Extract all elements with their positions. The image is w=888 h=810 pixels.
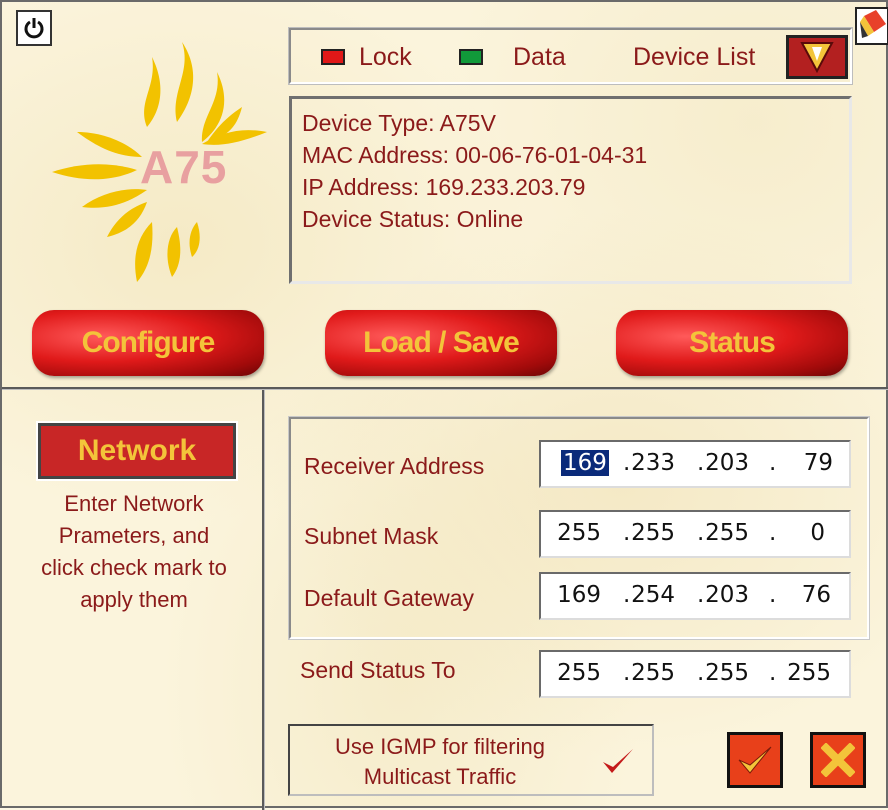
indicator-bar: Lock Data Device List xyxy=(288,27,853,85)
receiver-address-label: Receiver Address xyxy=(304,453,485,479)
receiver-address-field[interactable]: 169 . 233 . 203 . 79 xyxy=(539,440,851,488)
close-icon xyxy=(821,743,855,777)
configure-button[interactable]: Configure xyxy=(32,310,264,376)
receiver-octet-2[interactable]: 233 xyxy=(629,450,675,476)
dropdown-arrow-icon xyxy=(800,42,834,73)
help-line: Enter Network xyxy=(64,491,204,516)
status-octet-1[interactable]: 255 xyxy=(555,660,601,686)
octet-dot: . xyxy=(769,450,777,476)
a75-sun-logo: A75 xyxy=(42,32,272,292)
load-save-button[interactable]: Load / Save xyxy=(325,310,557,376)
lock-led-icon xyxy=(321,49,345,65)
help-line: apply them xyxy=(80,587,188,612)
igmp-label-line: Use IGMP for filtering xyxy=(335,734,545,759)
horizontal-divider xyxy=(2,387,888,390)
network-help-text: Enter Network Prameters, and click check… xyxy=(14,488,254,616)
status-button[interactable]: Status xyxy=(616,310,848,376)
device-list-label: Device List xyxy=(633,43,756,71)
data-led-icon xyxy=(459,49,483,65)
device-list-button[interactable] xyxy=(786,35,848,79)
default-gateway-label: Default Gateway xyxy=(304,585,475,611)
receiver-octet-1[interactable]: 169 xyxy=(561,450,609,476)
help-line: click check mark to xyxy=(41,555,227,580)
edit-pencil-button[interactable] xyxy=(854,6,888,46)
send-status-to-field[interactable]: 255 . 255 . 255 . 255 xyxy=(539,650,851,698)
subnet-mask-label: Subnet Mask xyxy=(304,523,439,549)
default-gateway-field[interactable]: 169 . 254 . 203 . 76 xyxy=(539,572,851,620)
a75-config-window: A75 Lock Data Device List Device Type: A… xyxy=(0,0,888,810)
receiver-octet-4[interactable]: 79 xyxy=(787,450,833,476)
subnet-octet-2[interactable]: 255 xyxy=(629,520,675,546)
subnet-octet-4[interactable]: 0 xyxy=(779,520,825,546)
apply-button[interactable] xyxy=(727,732,783,788)
logo-text: A75 xyxy=(140,141,228,193)
mac-address-text: MAC Address: 00-06-76-01-04-31 xyxy=(302,142,648,168)
ip-address-text: IP Address: 169.233.203.79 xyxy=(302,174,586,200)
checkmark-icon xyxy=(603,749,633,773)
help-line: Prameters, and xyxy=(58,523,210,548)
gateway-octet-1[interactable]: 169 xyxy=(555,582,601,608)
igmp-label-line: Multicast Traffic xyxy=(363,764,517,789)
status-octet-4[interactable]: 255 xyxy=(785,660,831,686)
lock-label: Lock xyxy=(359,43,412,71)
subnet-mask-field[interactable]: 255 . 255 . 255 . 0 xyxy=(539,510,851,558)
igmp-checkbox[interactable]: Use IGMP for filtering Multicast Traffic xyxy=(288,724,654,796)
receiver-octet-3[interactable]: 203 xyxy=(703,450,749,476)
send-status-to-label: Send Status To xyxy=(300,657,456,683)
cancel-button[interactable] xyxy=(810,732,866,788)
device-info-box: Device Type: A75V MAC Address: 00-06-76-… xyxy=(289,96,852,284)
subnet-octet-3[interactable]: 255 xyxy=(703,520,749,546)
network-tab[interactable]: Network xyxy=(36,421,238,481)
device-status-text: Device Status: Online xyxy=(302,206,524,232)
gateway-octet-3[interactable]: 203 xyxy=(703,582,749,608)
pencil-icon xyxy=(855,7,888,45)
subnet-octet-1[interactable]: 255 xyxy=(555,520,601,546)
status-octet-3[interactable]: 255 xyxy=(703,660,749,686)
gateway-octet-2[interactable]: 254 xyxy=(629,582,675,608)
checkmark-icon xyxy=(738,746,772,774)
octet-dot: . xyxy=(769,660,777,686)
status-octet-2[interactable]: 255 xyxy=(629,660,675,686)
data-label: Data xyxy=(513,43,566,71)
octet-dot: . xyxy=(769,582,777,608)
igmp-label: Use IGMP for filtering Multicast Traffic xyxy=(300,732,580,792)
gateway-octet-4[interactable]: 76 xyxy=(785,582,831,608)
vertical-divider xyxy=(262,390,265,810)
device-type-text: Device Type: A75V xyxy=(302,110,496,136)
octet-dot: . xyxy=(769,520,777,546)
